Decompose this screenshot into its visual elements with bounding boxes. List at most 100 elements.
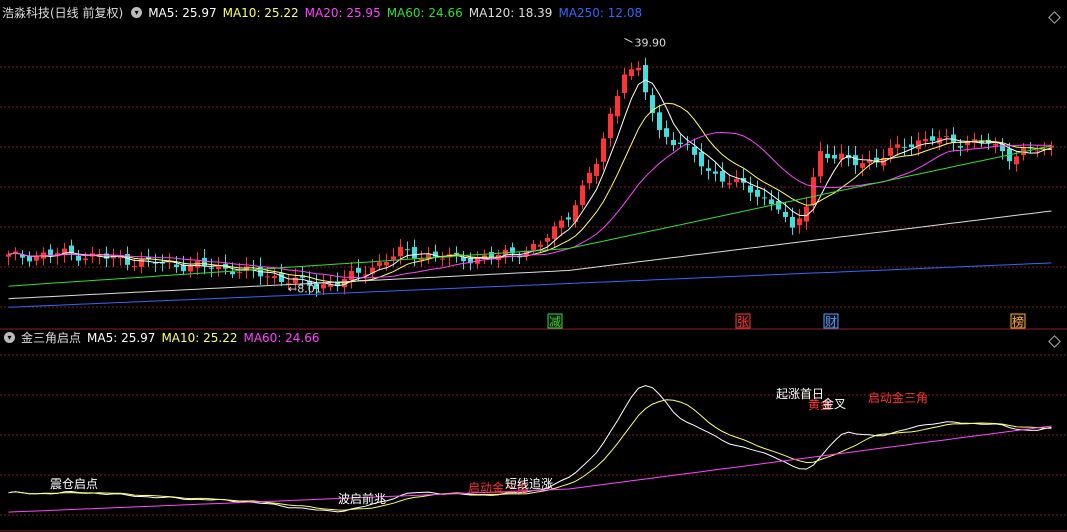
- candle: [783, 211, 788, 217]
- candle: [552, 226, 557, 239]
- low-price-label: ←8.01: [288, 282, 322, 295]
- dropdown-icon[interactable]: ▾: [4, 332, 15, 343]
- candle: [48, 249, 53, 255]
- candle: [349, 270, 354, 281]
- sub-annotation: 启动金三角: [868, 390, 928, 405]
- candle: [769, 199, 774, 205]
- candle: [615, 96, 620, 117]
- candle: [405, 249, 410, 251]
- candle: [713, 171, 718, 174]
- candle: [944, 136, 949, 138]
- sub-indicator-1: MA10: 25.22: [161, 331, 238, 345]
- candle: [748, 185, 753, 193]
- event-label: 张: [737, 315, 749, 329]
- candle: [118, 257, 123, 259]
- main-indicator-4: MA120: 18.39: [468, 6, 553, 20]
- candle: [832, 155, 837, 159]
- candle: [391, 256, 396, 260]
- candle: [265, 276, 270, 278]
- candle: [636, 67, 641, 71]
- sub-annotation: 震仓启点: [50, 477, 98, 491]
- candle: [440, 258, 445, 260]
- sub-title: 金三角启点: [21, 331, 82, 345]
- candle: [412, 247, 417, 259]
- sub-annotation: 短线追涨: [505, 476, 553, 491]
- candle: [965, 142, 970, 146]
- event-label: 财: [825, 315, 837, 329]
- candle: [216, 266, 221, 270]
- main-indicator-1: MA10: 25.22: [222, 6, 299, 20]
- candle: [762, 197, 767, 199]
- candle: [587, 172, 592, 184]
- candle: [398, 246, 403, 257]
- candle: [601, 138, 606, 162]
- candle: [776, 201, 781, 210]
- candle: [594, 163, 599, 176]
- candle: [559, 220, 564, 228]
- candle: [629, 69, 634, 76]
- sub-header: ▾ 金三角启点 MA5: 25.97 MA10: 25.22 MA60: 24.66: [2, 329, 332, 347]
- candle: [671, 139, 676, 146]
- candle: [923, 139, 928, 142]
- candle: [720, 171, 725, 182]
- candle: [174, 264, 179, 268]
- main-title: 浩淼科技(日线 前复权): [2, 6, 124, 20]
- candle: [755, 189, 760, 197]
- candle: [860, 163, 865, 168]
- sub-annotation: 金叉: [822, 396, 846, 411]
- candle: [538, 244, 543, 247]
- candle: [797, 218, 802, 226]
- candle: [384, 262, 389, 266]
- candle: [790, 217, 795, 228]
- candle: [377, 262, 382, 266]
- candle: [272, 276, 277, 279]
- candle: [825, 153, 830, 159]
- candle: [622, 74, 627, 94]
- high-price-label: 39.90: [635, 36, 667, 49]
- candle: [888, 147, 893, 156]
- candle: [608, 113, 613, 138]
- candle: [580, 185, 585, 205]
- candle: [818, 151, 823, 177]
- sub-indicator-2: MA60: 24.66: [243, 331, 320, 345]
- dropdown-icon[interactable]: ▾: [131, 7, 143, 18]
- candle: [811, 177, 816, 205]
- candle: [930, 136, 935, 141]
- candle: [699, 151, 704, 167]
- candle: [13, 251, 18, 253]
- candle: [853, 155, 858, 166]
- candle: [664, 128, 669, 137]
- candle: [993, 143, 998, 146]
- candle: [6, 254, 11, 257]
- main-indicator-5: MA250: 12.08: [558, 6, 643, 20]
- main-indicator-2: MA20: 25.95: [304, 6, 381, 20]
- candle: [909, 144, 914, 148]
- candle: [958, 146, 963, 148]
- sub-annotation: 波启前兆: [338, 491, 386, 506]
- candle: [734, 179, 739, 182]
- candle: [132, 266, 137, 268]
- candle: [1035, 150, 1040, 152]
- candle: [321, 284, 326, 289]
- candle: [895, 144, 900, 148]
- candle: [531, 243, 536, 250]
- candle: [209, 267, 214, 269]
- candle: [1014, 156, 1019, 165]
- candle: [706, 168, 711, 171]
- candle: [657, 112, 662, 130]
- candle: [545, 237, 550, 242]
- background: [0, 0, 1067, 532]
- candle: [566, 217, 571, 220]
- candle: [83, 258, 88, 261]
- candle: [237, 272, 242, 274]
- candle: [727, 183, 732, 185]
- candle: [188, 265, 193, 272]
- candle: [76, 255, 81, 261]
- candle: [902, 146, 907, 148]
- main-indicator-0: MA5: 25.97: [148, 6, 217, 20]
- event-label: 榜: [1012, 314, 1024, 329]
- stock-chart: 39.90←8.01减张财榜震仓启点波启前兆启动金三角短线追涨起涨首日黄金金叉启…: [0, 0, 1067, 532]
- candle: [356, 267, 361, 273]
- main-header: 浩淼科技(日线 前复权) ▾ MA5: 25.97 MA10: 25.22 MA20: …: [2, 4, 654, 22]
- candle: [692, 146, 697, 155]
